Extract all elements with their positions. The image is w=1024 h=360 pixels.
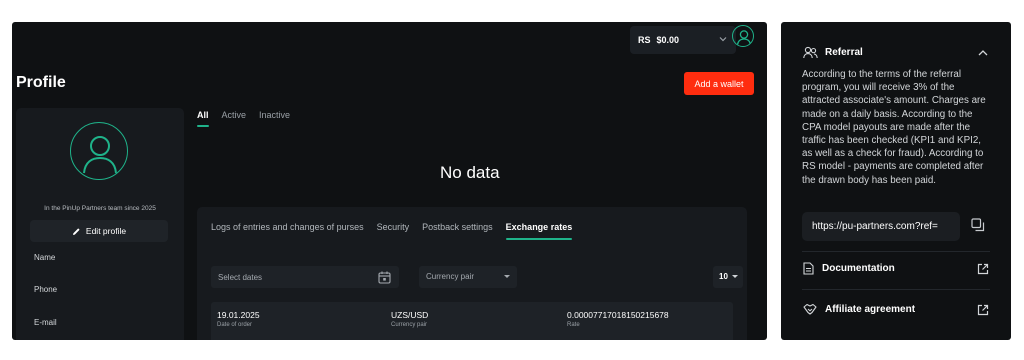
balance-value: $0.00 bbox=[656, 35, 680, 45]
affiliate-agreement-link[interactable]: Affiliate agreement bbox=[803, 303, 915, 315]
currency-code: RS bbox=[638, 35, 651, 45]
currency-pair-placeholder: Currency pair bbox=[426, 272, 475, 281]
per-page-value: 10 bbox=[719, 272, 728, 281]
chevron-down-icon bbox=[719, 37, 727, 42]
rate-cell: 0.00007717018150215678 Rate bbox=[567, 310, 669, 328]
balance-dropdown[interactable]: RS $0.00 bbox=[630, 26, 736, 54]
user-icon bbox=[736, 30, 752, 46]
field-name-label: Name bbox=[34, 253, 56, 262]
divider bbox=[802, 251, 990, 252]
handshake-icon bbox=[803, 303, 817, 315]
edit-profile-label: Edit profile bbox=[85, 226, 127, 236]
add-wallet-button[interactable]: Add a wallet bbox=[684, 72, 754, 95]
tab-all[interactable]: All bbox=[197, 110, 209, 127]
table-row: 19.01.2025 Date of order UZS/USD Currenc… bbox=[211, 302, 733, 340]
tab-security[interactable]: Security bbox=[377, 222, 410, 232]
users-icon bbox=[803, 46, 818, 59]
affiliate-agreement-label: Affiliate agreement bbox=[825, 303, 916, 315]
currency-pair-select[interactable]: Currency pair bbox=[419, 266, 517, 288]
referral-title: Referral bbox=[825, 47, 863, 58]
field-phone-label: Phone bbox=[34, 285, 58, 294]
select-dates-input[interactable] bbox=[211, 266, 399, 288]
tab-postback-settings[interactable]: Postback settings bbox=[422, 222, 493, 232]
profile-avatar bbox=[70, 122, 128, 180]
caret-down-icon bbox=[732, 275, 738, 278]
main-panel: RS $0.00 Profile Add a wallet In the Pin… bbox=[12, 22, 767, 340]
user-avatar-button[interactable] bbox=[732, 25, 754, 47]
external-link-icon[interactable] bbox=[977, 263, 989, 275]
external-link-icon[interactable] bbox=[977, 304, 989, 316]
tab-active[interactable]: Active bbox=[222, 110, 247, 120]
tab-inactive[interactable]: Inactive bbox=[259, 110, 290, 120]
team-since-text: In the PinUp Partners team since 2025 bbox=[44, 205, 156, 212]
date-cell: 19.01.2025 Date of order bbox=[217, 310, 260, 328]
logs-tabs: Logs of entries and changes of purses Se… bbox=[211, 222, 572, 240]
documentation-link[interactable]: Documentation bbox=[803, 262, 895, 275]
caret-down-icon bbox=[504, 275, 510, 278]
document-icon bbox=[803, 262, 814, 275]
pair-cell: UZS/USD Currency pair bbox=[391, 310, 428, 328]
rate-label: Rate bbox=[567, 322, 580, 328]
documentation-label: Documentation bbox=[822, 263, 895, 274]
field-email-label: E-mail bbox=[34, 318, 57, 327]
chevron-up-icon[interactable] bbox=[977, 48, 989, 58]
logs-card: Logs of entries and changes of purses Se… bbox=[197, 207, 747, 340]
order-date-label: Date of order bbox=[217, 322, 253, 328]
order-date: 19.01.2025 bbox=[217, 310, 260, 320]
edit-profile-button[interactable]: Edit profile bbox=[30, 220, 168, 242]
no-data-text: No data bbox=[440, 163, 500, 182]
rate-value: 0.00007717018150215678 bbox=[567, 310, 669, 320]
referral-header: Referral bbox=[803, 46, 863, 59]
tab-logs[interactable]: Logs of entries and changes of purses bbox=[211, 222, 364, 232]
referral-sidebar: Referral According to the terms of the r… bbox=[781, 22, 1011, 340]
calendar-icon[interactable] bbox=[378, 271, 391, 284]
currency-pair-label: Currency pair bbox=[391, 322, 428, 328]
pencil-icon bbox=[72, 227, 80, 235]
currency-pair-value: UZS/USD bbox=[391, 310, 429, 320]
per-page-select[interactable]: 10 bbox=[713, 266, 743, 288]
tab-exchange-rates[interactable]: Exchange rates bbox=[505, 222, 572, 240]
copy-icon[interactable] bbox=[971, 218, 985, 232]
profile-card: In the PinUp Partners team since 2025 Ed… bbox=[16, 108, 184, 340]
referral-description: According to the terms of the referral p… bbox=[802, 69, 986, 186]
page-title: Profile bbox=[16, 74, 66, 91]
divider bbox=[802, 289, 990, 290]
user-icon bbox=[83, 136, 117, 174]
wallet-tabs: All Active Inactive bbox=[197, 110, 290, 127]
referral-link-field[interactable] bbox=[802, 212, 960, 241]
